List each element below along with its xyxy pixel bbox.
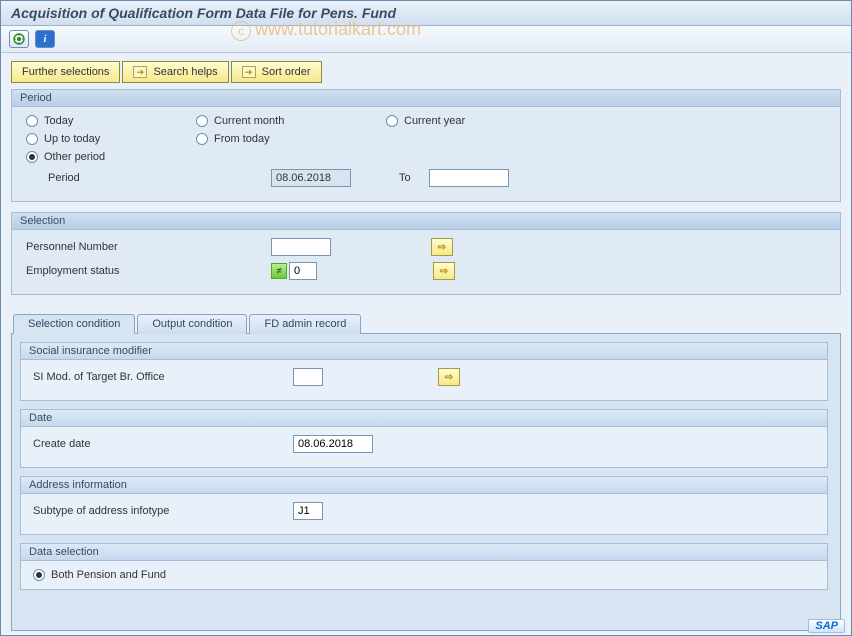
radio-today[interactable]: Today <box>26 115 196 127</box>
address-info-groupbox: Address information Subtype of address i… <box>20 476 828 535</box>
tab-selection-condition[interactable]: Selection condition <box>13 314 135 334</box>
radio-up-to-today[interactable]: Up to today <box>26 133 196 145</box>
button-label: Further selections <box>22 66 109 78</box>
groupbox-title: Social insurance modifier <box>21 343 827 360</box>
tabstrip: Selection condition Output condition FD … <box>13 313 841 333</box>
tab-fd-admin-record[interactable]: FD admin record <box>249 314 361 334</box>
arrow-right-icon: ➔ <box>242 66 256 78</box>
execute-icon <box>13 33 25 45</box>
radio-current-month[interactable]: Current month <box>196 115 386 127</box>
button-label: Search helps <box>153 66 217 78</box>
address-subtype-input[interactable] <box>293 502 323 520</box>
radio-icon <box>26 151 38 163</box>
period-to-input[interactable] <box>429 169 509 187</box>
search-helps-button[interactable]: ➔ Search helps <box>122 61 228 83</box>
sap-window: Acquisition of Qualification Form Data F… <box>0 0 852 636</box>
arrow-right-icon: ⇨ <box>445 372 453 383</box>
personnel-number-label: Personnel Number <box>26 241 271 253</box>
radio-icon <box>26 133 38 145</box>
radio-label: From today <box>214 133 270 145</box>
arrow-right-icon: ⇨ <box>438 242 446 253</box>
groupbox-title: Data selection <box>21 544 827 561</box>
radio-both-pension-fund[interactable]: Both Pension and Fund <box>33 569 815 581</box>
content-area: Further selections ➔ Search helps ➔ Sort… <box>1 53 851 633</box>
radio-from-today[interactable]: From today <box>196 133 386 145</box>
selection-groupbox: Selection Personnel Number ⇨ Employment … <box>11 212 841 295</box>
button-label: Sort order <box>262 66 311 78</box>
radio-icon <box>196 115 208 127</box>
groupbox-title: Date <box>21 410 827 427</box>
multiple-selection-button[interactable]: ⇨ <box>433 262 455 280</box>
execute-button[interactable] <box>9 30 29 48</box>
date-groupbox: Date Create date <box>20 409 828 468</box>
radio-current-year[interactable]: Current year <box>386 115 556 127</box>
radio-icon <box>33 569 45 581</box>
info-icon: i <box>44 34 47 45</box>
si-mod-input[interactable] <box>293 368 323 386</box>
radio-label: Current month <box>214 115 284 127</box>
tab-scroll-area[interactable]: Social insurance modifier SI Mod. of Tar… <box>20 342 832 622</box>
sort-order-button[interactable]: ➔ Sort order <box>231 61 322 83</box>
tab-output-condition[interactable]: Output condition <box>137 314 247 334</box>
arrow-right-icon: ⇨ <box>440 266 448 277</box>
si-mod-label: SI Mod. of Target Br. Office <box>33 371 293 383</box>
data-selection-groupbox: Data selection Both Pension and Fund <box>20 543 828 590</box>
radio-other-period[interactable]: Other period <box>26 151 196 163</box>
groupbox-title: Selection <box>12 213 840 230</box>
arrow-right-icon: ➔ <box>133 66 147 78</box>
personnel-number-input[interactable] <box>271 238 331 256</box>
radio-label: Today <box>44 115 73 127</box>
multiple-selection-button[interactable]: ⇨ <box>438 368 460 386</box>
period-to-label: To <box>399 172 411 184</box>
employment-status-label: Employment status <box>26 265 271 277</box>
period-groupbox: Period Today Current month Current year <box>11 89 841 202</box>
period-from-input[interactable] <box>271 169 351 187</box>
multiple-selection-button[interactable]: ⇨ <box>431 238 453 256</box>
not-equal-icon[interactable]: ≠ <box>271 263 287 279</box>
page-title: Acquisition of Qualification Form Data F… <box>1 1 851 26</box>
sap-logo: SAP <box>808 619 845 633</box>
period-label: Period <box>26 172 271 184</box>
radio-label: Current year <box>404 115 465 127</box>
radio-icon <box>26 115 38 127</box>
app-toolbar: i <box>1 26 851 53</box>
radio-icon <box>386 115 398 127</box>
radio-label: Up to today <box>44 133 100 145</box>
tab-panel: Social insurance modifier SI Mod. of Tar… <box>11 333 841 631</box>
address-subtype-label: Subtype of address infotype <box>33 505 293 517</box>
radio-icon <box>196 133 208 145</box>
info-button[interactable]: i <box>35 30 55 48</box>
groupbox-title: Address information <box>21 477 827 494</box>
selection-buttons-row: Further selections ➔ Search helps ➔ Sort… <box>11 61 841 83</box>
radio-label: Both Pension and Fund <box>51 569 166 581</box>
si-modifier-groupbox: Social insurance modifier SI Mod. of Tar… <box>20 342 828 401</box>
further-selections-button[interactable]: Further selections <box>11 61 120 83</box>
create-date-input[interactable] <box>293 435 373 453</box>
create-date-label: Create date <box>33 438 293 450</box>
groupbox-title: Period <box>12 90 840 107</box>
radio-label: Other period <box>44 151 105 163</box>
employment-status-input[interactable] <box>289 262 317 280</box>
